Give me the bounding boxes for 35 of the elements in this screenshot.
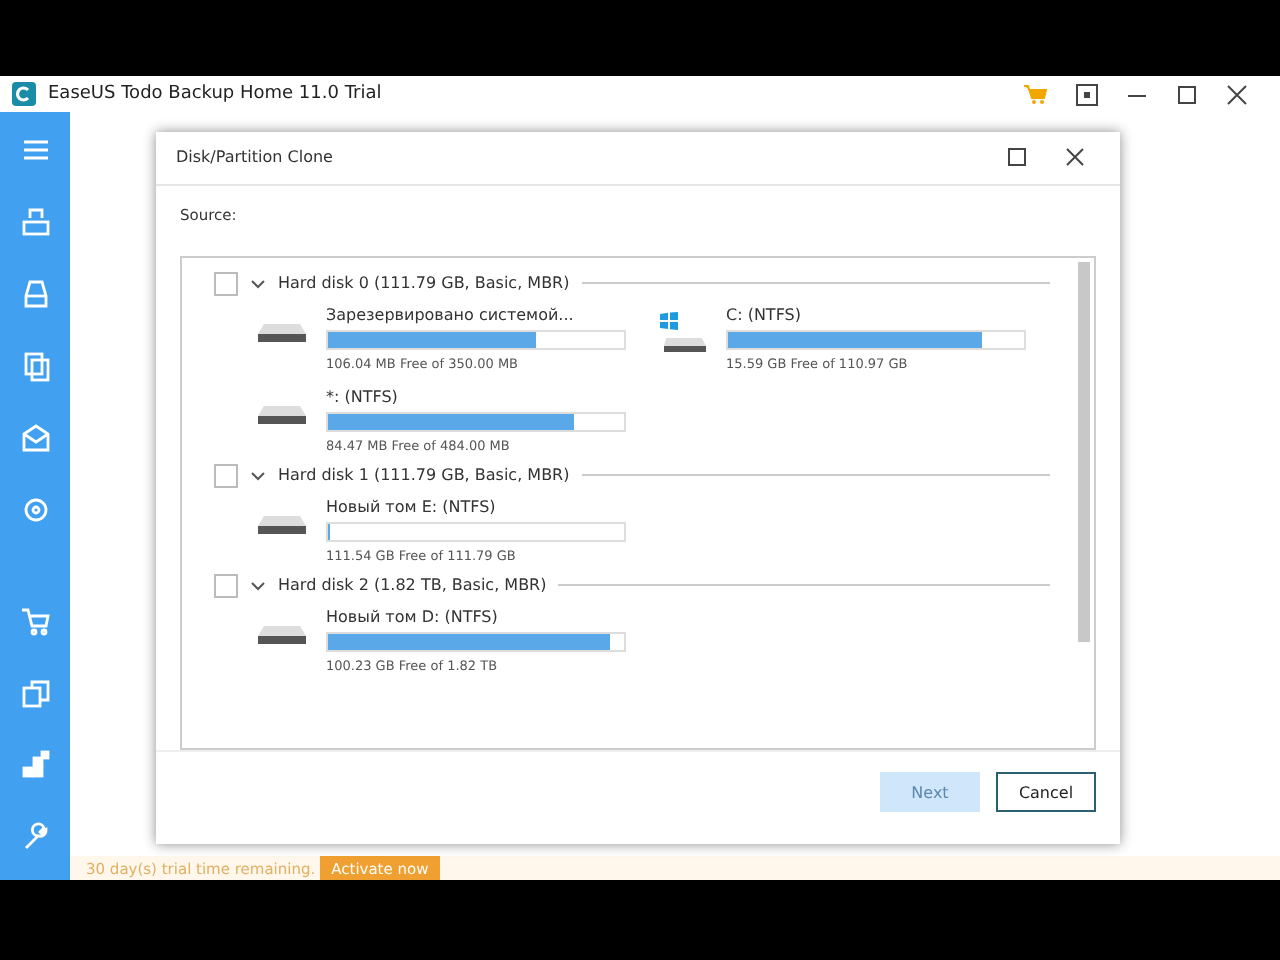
chevron-icon[interactable]: [250, 467, 266, 484]
disk-label: Hard disk 1 (111.79 GB, Basic, MBR): [278, 466, 570, 485]
chevron-icon[interactable]: [250, 577, 266, 594]
partition-name: Новый том D: (NTFS): [326, 607, 500, 626]
feedback-icon[interactable]: [1076, 83, 1098, 105]
partition-name: Зарезервировано системой...: [326, 305, 576, 324]
chevron-icon[interactable]: [250, 275, 266, 292]
cart-icon[interactable]: [19, 606, 51, 638]
maximize-icon[interactable]: [1008, 148, 1026, 167]
disk-checkbox[interactable]: [214, 573, 238, 598]
maximize-icon[interactable]: [1176, 83, 1198, 105]
partition-name: C: (NTFS): [726, 305, 803, 324]
drive-icon: [258, 406, 306, 427]
partition-name: *: (NTFS): [326, 387, 400, 406]
close-icon[interactable]: [1226, 83, 1248, 105]
disk-label: Hard disk 0 (111.79 GB, Basic, MBR): [278, 274, 570, 293]
disk-label: Hard disk 2 (1.82 TB, Basic, MBR): [278, 576, 547, 595]
disk-checkbox[interactable]: [214, 463, 238, 488]
target-icon[interactable]: [19, 494, 51, 526]
window-title: EaseUS Todo Backup Home 11.0 Trial: [48, 84, 382, 104]
files-icon[interactable]: [19, 350, 51, 382]
clone-icon[interactable]: [19, 678, 51, 710]
disk-checkbox[interactable]: [214, 271, 238, 296]
dialog-title: Disk/Partition Clone: [176, 148, 333, 167]
drive-icon: [258, 626, 306, 647]
backup-drive-icon[interactable]: [19, 206, 51, 238]
drive-icon: [258, 516, 306, 537]
cart-icon[interactable]: [1024, 84, 1048, 104]
close-icon[interactable]: [1066, 148, 1084, 167]
cancel-button[interactable]: Cancel: [996, 772, 1096, 813]
drive-icon: [258, 324, 306, 345]
app-logo-icon: [12, 82, 36, 106]
mail-icon[interactable]: [19, 422, 51, 454]
windows-drive-icon: [658, 312, 706, 357]
partition-name: Новый том E: (NTFS): [326, 497, 498, 516]
